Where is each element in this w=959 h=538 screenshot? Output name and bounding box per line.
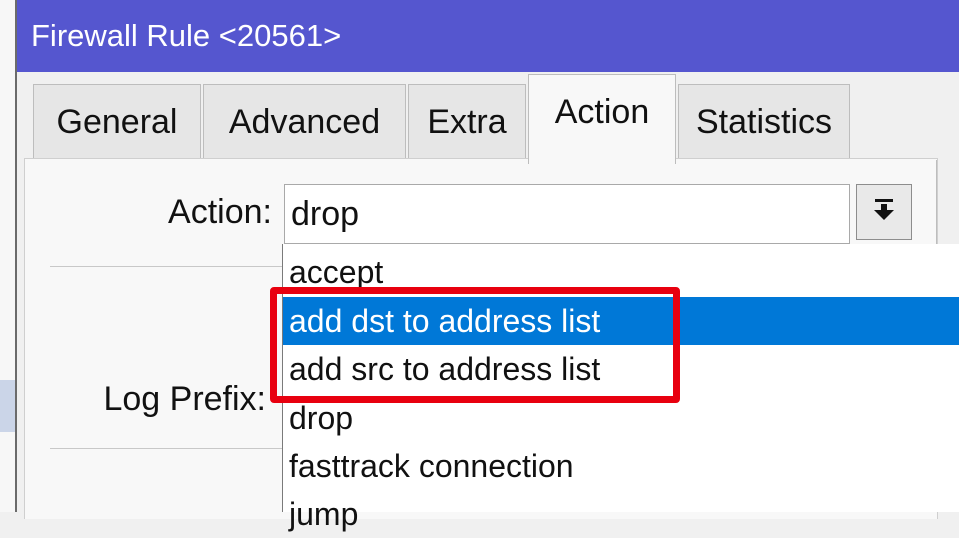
action-select-value: drop bbox=[291, 194, 360, 233]
option-fasttrack-connection[interactable]: fasttrack connection bbox=[283, 442, 959, 490]
panel-divider bbox=[936, 160, 937, 250]
background-window-edge bbox=[0, 0, 17, 512]
tab-label: Extra bbox=[427, 103, 507, 141]
option-label: fasttrack connection bbox=[289, 447, 574, 484]
option-add-src-to-address-list[interactable]: add src to address list bbox=[283, 345, 959, 393]
option-label: add src to address list bbox=[289, 350, 601, 387]
log-prefix-label: Log Prefix: bbox=[103, 380, 266, 418]
separator bbox=[50, 448, 282, 449]
tab-general[interactable]: General bbox=[33, 84, 201, 160]
title-bar[interactable]: Firewall Rule <20561> bbox=[17, 0, 959, 72]
tab-extra[interactable]: Extra bbox=[408, 84, 526, 160]
tab-label: Statistics bbox=[695, 103, 833, 141]
option-label: drop bbox=[289, 399, 354, 436]
option-label: jump bbox=[289, 495, 359, 532]
action-label: Action: bbox=[168, 193, 272, 231]
tab-statistics[interactable]: Statistics bbox=[678, 84, 850, 160]
option-accept[interactable]: accept bbox=[283, 248, 959, 296]
window-title: Firewall Rule <20561> bbox=[31, 18, 342, 53]
tab-label: Action bbox=[554, 93, 650, 131]
option-label: add dst to address list bbox=[289, 302, 601, 339]
chevron-down-icon bbox=[873, 198, 895, 227]
option-drop[interactable]: drop bbox=[283, 394, 959, 442]
action-dropdown-list[interactable]: accept add dst to address list add src t… bbox=[282, 244, 959, 532]
tab-advanced[interactable]: Advanced bbox=[203, 84, 406, 160]
option-jump[interactable]: jump bbox=[283, 490, 959, 538]
option-add-dst-to-address-list[interactable]: add dst to address list bbox=[283, 297, 959, 345]
tab-action[interactable]: Action bbox=[528, 74, 676, 164]
action-select[interactable]: drop bbox=[284, 184, 850, 244]
separator bbox=[50, 266, 282, 267]
dropdown-arrow-button[interactable] bbox=[856, 184, 912, 240]
tab-label: General bbox=[56, 103, 178, 141]
tab-label: Advanced bbox=[228, 103, 381, 141]
option-label: accept bbox=[289, 253, 384, 290]
background-selected-row bbox=[0, 380, 15, 432]
